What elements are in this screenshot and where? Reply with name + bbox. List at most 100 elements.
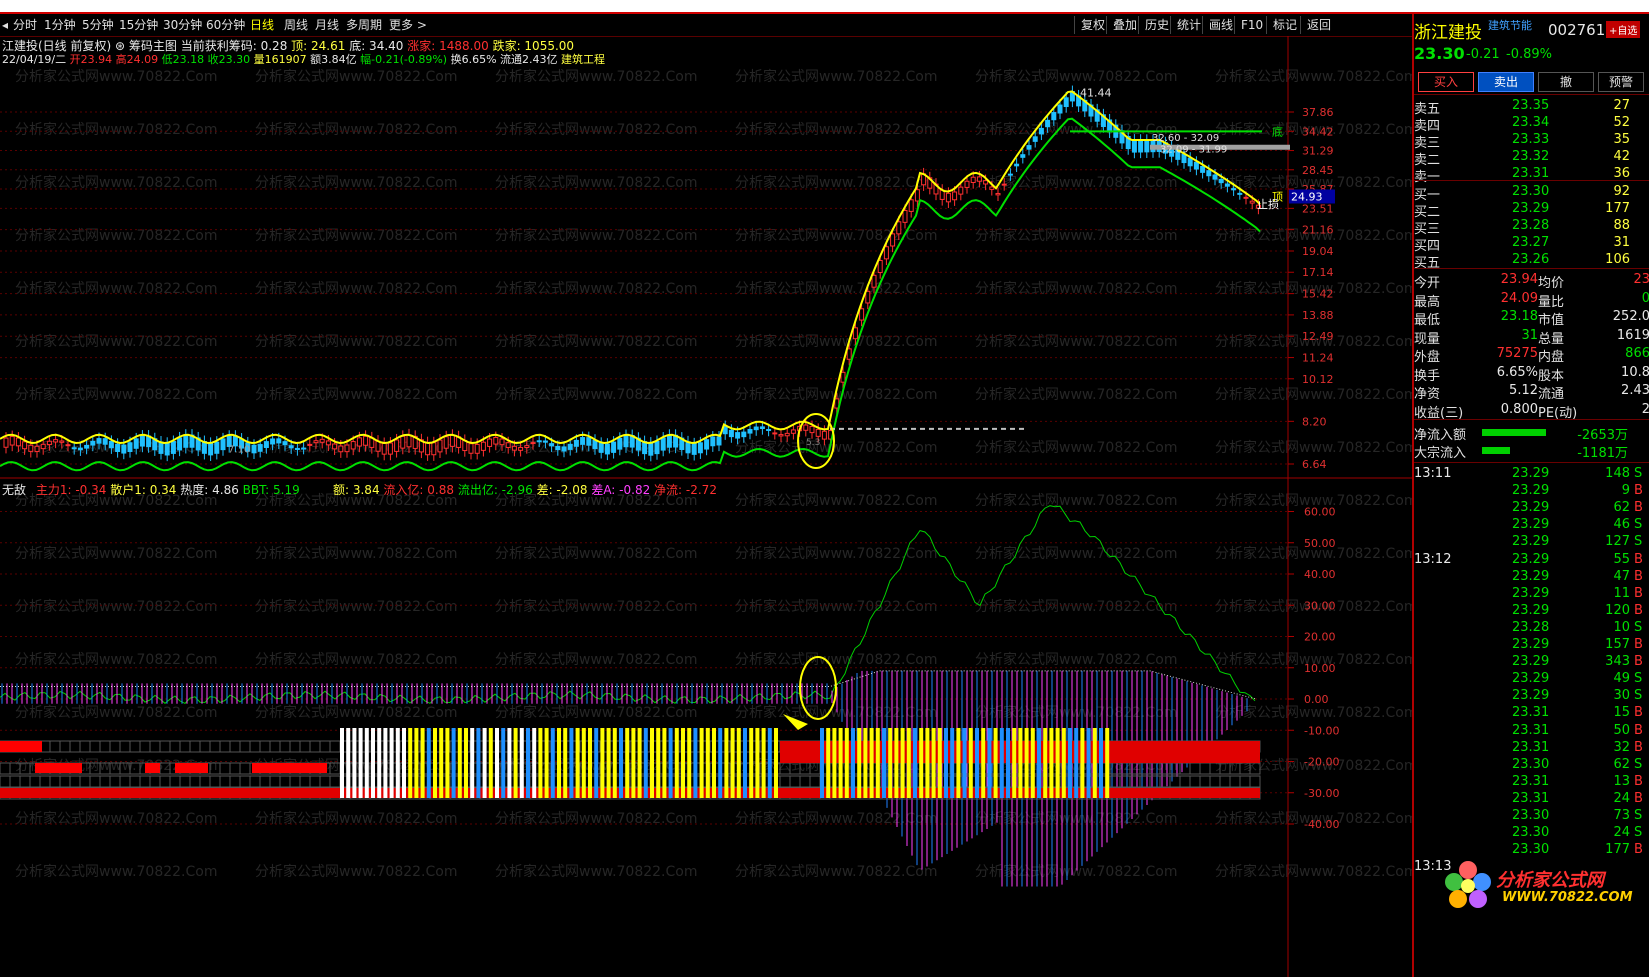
candle-body [425,442,431,456]
band-cell [289,740,301,753]
buy-button[interactable]: 买入 [1418,72,1474,92]
tab-monthly[interactable]: 月线 [315,16,339,34]
signal-bar [445,728,450,798]
bid-volume: 106 [1605,252,1630,267]
stock-sector[interactable]: 建筑节能 [1488,17,1532,33]
tab-60min[interactable]: 60分钟 [206,16,245,34]
signal-bar [1092,728,1097,798]
bid-price[interactable]: 23.27 [1512,235,1549,250]
stats-button[interactable]: 统计 [1170,16,1201,34]
candle-body [3,437,9,448]
tab-weekly[interactable]: 周线 [284,16,308,34]
candle-body [158,441,164,454]
candle-body [654,440,660,455]
signal-bar [594,728,599,798]
ask-price[interactable]: 23.31 [1512,166,1549,181]
ask-price[interactable]: 23.33 [1512,132,1549,147]
bbt: BBT: 5.19 [242,483,300,497]
ask-price[interactable]: 23.34 [1512,115,1549,130]
candle-body [332,443,338,450]
flow-value: -1181万 [1577,446,1628,461]
quote-panel: 浙江建投 建筑节能 002761 +自选 23.30 -0.21 -0.89% … [1412,14,1649,977]
candle-body [319,438,325,443]
history-button[interactable]: 历史 [1138,16,1169,34]
candle-body [1057,104,1063,114]
ind-tick-label: -20.00 [1304,756,1339,769]
watermark-text: 分析家公式网www.70822.Com [495,598,697,615]
tab-fenshi[interactable]: 分时 [13,16,37,34]
tick-volume: 24 [1613,825,1630,841]
bid-price[interactable]: 23.29 [1512,201,1549,216]
tab-1min[interactable]: 1分钟 [44,16,76,34]
alert-button[interactable]: 预警 [1598,72,1644,92]
candle-body [896,221,902,235]
stat-value: 75275 [1496,346,1538,361]
tab-30min[interactable]: 30分钟 [163,16,202,34]
tick-time: 13:11 [1414,466,1452,481]
signal-bar [495,728,499,798]
candle-body [728,429,734,438]
candle-body [983,180,989,185]
tab-multi-period[interactable]: 多周期 [346,16,382,34]
signal-bar [451,728,456,798]
watermark-text: 分析家公式网www.70822.Com [495,386,697,403]
bid-price[interactable]: 23.26 [1512,252,1549,267]
signal-bar [1099,728,1103,798]
candle-body [586,437,592,446]
candle-body [468,443,474,454]
tick-side: S [1634,517,1643,533]
candle-body [1200,165,1206,173]
mark-button[interactable]: 标记 [1266,16,1297,34]
stat-value: 6.65% [1496,364,1538,380]
f10-button[interactable]: F10 [1234,16,1263,34]
tab-more[interactable]: 更多 > [389,16,427,34]
candle-body [387,442,393,455]
watermark-text: 分析家公式网www.70822.Com [975,280,1177,297]
bid-price[interactable]: 23.28 [1512,218,1549,233]
menu-icon[interactable]: ◂ [2,16,8,34]
band-cell [309,740,321,753]
stat-label-2: 流通 [1538,387,1565,402]
price-tag-label: 24.93 [1291,190,1323,203]
candle-body [40,443,46,450]
cancel-order-button[interactable]: 撤 [1538,72,1594,92]
add-favorite-button[interactable]: +自选 [1606,21,1641,38]
candle-body [90,440,96,446]
tick-side: S [1634,825,1643,841]
candle-body [139,435,145,447]
tick-price: 23.29 [1512,483,1550,499]
signal-bar [557,728,561,798]
ask-price[interactable]: 23.32 [1512,149,1549,164]
ask-price[interactable]: 23.35 [1512,98,1549,113]
bid-price[interactable]: 23.30 [1512,184,1549,199]
band-cell [139,775,151,788]
stat-value: 31 [1521,327,1538,343]
stat-label-2: PE(动) [1538,405,1578,421]
signal-bar [687,728,692,798]
signal-bar [761,728,766,798]
chart-canvas[interactable]: 分析家公式网www.70822.Com 分析家公式网www.70822.Com 分析… [0,36,1412,977]
tab-15min[interactable]: 15分钟 [119,16,158,34]
back-button[interactable]: 返回 [1300,16,1331,34]
watermark-text: 分析家公式网www.70822.Com [735,68,937,85]
candle-body [406,434,412,448]
tab-daily[interactable]: 日线 [250,16,274,34]
candle-body [1001,183,1007,186]
watermark-text: 分析家公式网www.70822.Com [15,174,217,191]
tick-volume: 62 [1613,756,1630,772]
candle-body [741,431,747,438]
sell-button[interactable]: 卖出 [1478,72,1534,92]
candle-body [840,371,846,383]
overlay-button[interactable]: 叠加 [1106,16,1137,34]
candle-body [183,434,189,448]
candle-body [573,439,579,447]
candle-body [474,443,480,454]
signal-bar [875,728,880,798]
draw-button[interactable]: 画线 [1202,16,1233,34]
indicator-name[interactable]: 无敌 [2,483,26,497]
tab-5min[interactable]: 5分钟 [82,16,114,34]
price-tick-label: 8.20 [1302,415,1327,428]
ind-tick-label: 20.00 [1304,631,1336,644]
fuquan-button[interactable]: 复权 [1074,16,1105,34]
band-cell [209,775,221,788]
